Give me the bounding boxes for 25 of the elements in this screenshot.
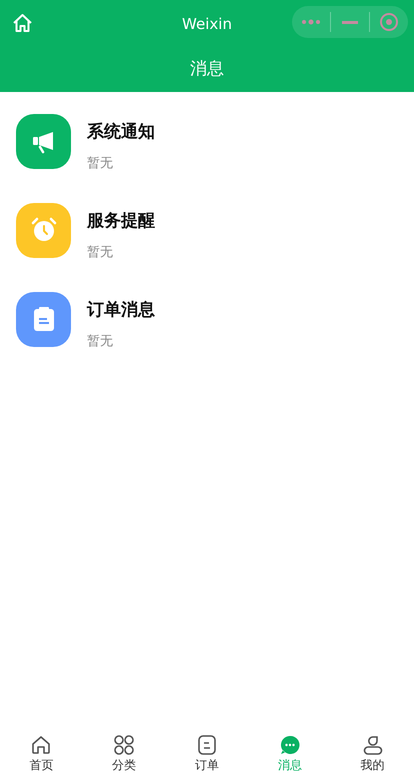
tab-item[interactable]: 分类	[82, 725, 166, 780]
tab-item[interactable]: 订单	[166, 725, 248, 780]
home-icon[interactable]	[12, 13, 33, 33]
message-title[interactable]: 系统通知	[87, 122, 155, 142]
person-icon	[362, 735, 383, 755]
message-title[interactable]: 服务提醒	[87, 210, 155, 232]
message-preview: 暂无	[87, 155, 114, 174]
chat-bubble-icon	[280, 735, 300, 755]
grid-icon	[114, 735, 134, 755]
close-icon[interactable]	[379, 12, 399, 32]
minimize-icon[interactable]	[342, 20, 358, 24]
tab-item[interactable]: 首页	[0, 725, 83, 780]
clipboard-icon	[32, 306, 56, 332]
more-icon[interactable]	[301, 19, 321, 25]
message-type-icon[interactable]	[16, 114, 71, 169]
message-title[interactable]: 订单消息	[87, 300, 155, 320]
message-type-icon[interactable]	[16, 202, 71, 258]
app-title: Weixin	[182, 14, 232, 35]
tab-item[interactable]: 我的	[331, 725, 414, 780]
message-type-icon[interactable]	[16, 292, 71, 347]
message-preview: 暂无	[87, 244, 114, 262]
message-preview: 暂无	[87, 333, 114, 352]
home-icon	[31, 735, 52, 755]
page-title: 消息	[190, 58, 224, 82]
document-icon	[196, 735, 217, 755]
